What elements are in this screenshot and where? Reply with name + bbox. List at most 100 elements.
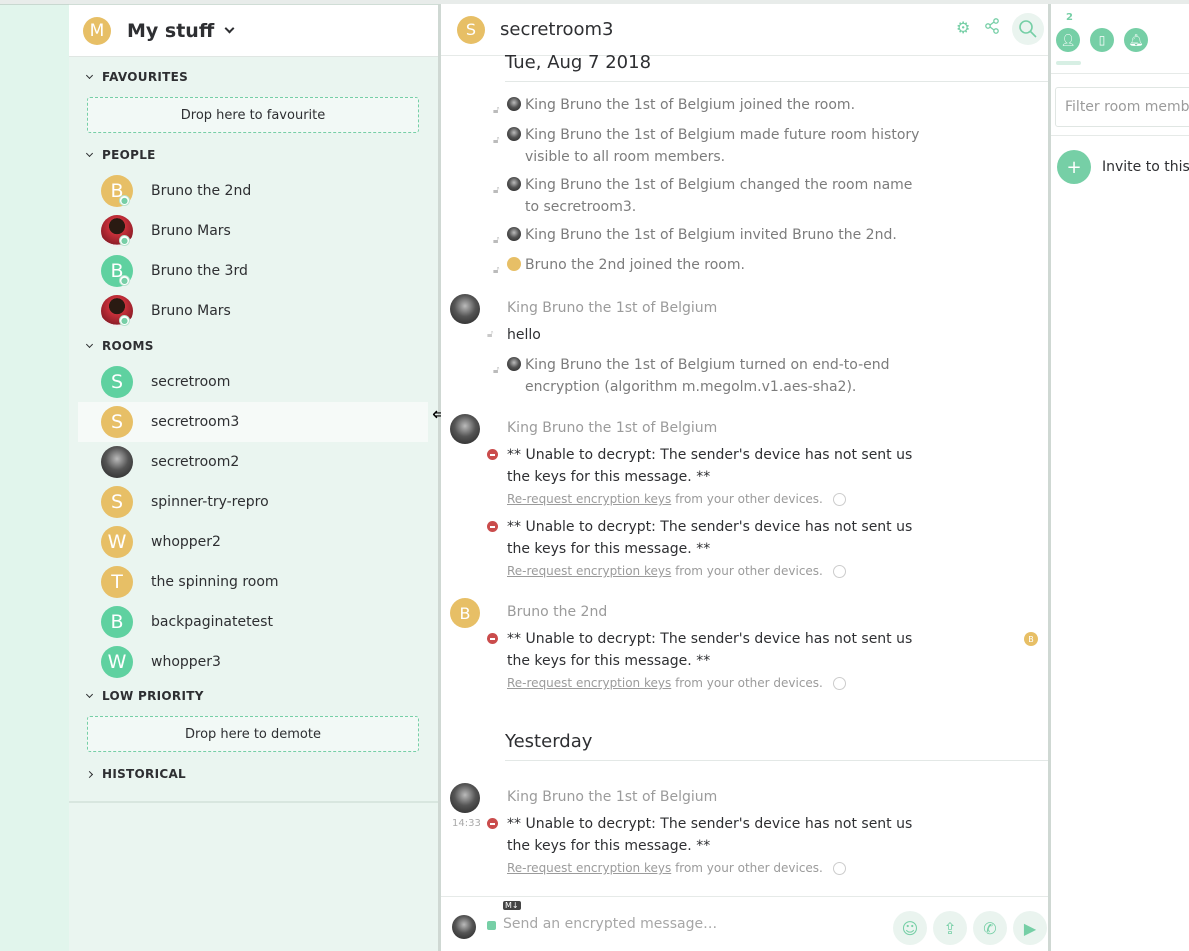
room-tile-people[interactable]: ● Bruno Mars: [78, 291, 428, 331]
sender-avatar[interactable]: [450, 783, 480, 813]
room-tile-selected[interactable]: S secretroom3: [78, 402, 428, 442]
room-avatar[interactable]: S: [457, 15, 485, 44]
avatar: W: [101, 526, 133, 558]
room-list-sidebar: M My stuff FAVOURITES Drop here to favou…: [69, 4, 438, 951]
lock-icon: 🔓︎: [493, 235, 500, 246]
emoji-button[interactable]: ☺: [893, 911, 927, 945]
lock-icon: 🔓︎: [493, 265, 500, 276]
section-favourites[interactable]: FAVOURITES: [69, 61, 438, 93]
member-count-badge: 2: [1066, 12, 1073, 23]
invite-button[interactable]: + Invite to this room: [1057, 150, 1189, 184]
person-icon: 👤︎: [1060, 33, 1076, 47]
presence-icon: ●: [119, 315, 130, 326]
room-tile[interactable]: B backpaginatetest: [78, 602, 428, 642]
video-call-button[interactable]: ▶: [1013, 911, 1047, 945]
room-tile-name: Bruno Mars: [151, 303, 231, 319]
timeline-event: 🔓︎ King Bruno the 1st of Belgium invited…: [493, 227, 897, 246]
filter-members-input[interactable]: [1055, 87, 1189, 127]
timeline-event: 🔓︎ King Bruno the 1st of Belgium joined …: [493, 97, 856, 116]
section-label: PEOPLE: [102, 148, 156, 162]
upload-button[interactable]: ⇪: [933, 911, 967, 945]
sender-avatar[interactable]: [450, 294, 480, 324]
share-icon[interactable]: [984, 18, 1000, 38]
section-people[interactable]: PEOPLE: [69, 139, 438, 171]
chevron-down-icon: [224, 23, 235, 33]
members-tab[interactable]: 👤︎: [1056, 28, 1080, 52]
read-receipt-avatar[interactable]: B: [1024, 632, 1038, 646]
lock-icon: 🔓︎: [493, 105, 500, 116]
sender-avatar[interactable]: B: [450, 598, 480, 628]
room-tile-people[interactable]: ● Bruno Mars: [78, 211, 428, 251]
section-label: FAVOURITES: [102, 70, 189, 84]
room-tile[interactable]: S spinner-try-repro: [78, 482, 428, 522]
message-body: hello: [507, 327, 541, 343]
rerequest-row: Re-request encryption keys from your oth…: [507, 492, 846, 506]
room-tile[interactable]: W whopper3: [78, 642, 428, 682]
date-separator: Tue, Aug 7 2018: [505, 52, 1048, 82]
phone-icon: ✆: [983, 918, 997, 938]
avatar: S: [101, 366, 133, 398]
chevron-down-icon: [85, 690, 94, 699]
files-tab[interactable]: ▯: [1090, 28, 1114, 52]
message-input[interactable]: [503, 916, 883, 932]
rerequest-keys-link[interactable]: Re-request encryption keys: [507, 564, 671, 578]
room-tile-name: secretroom: [151, 374, 231, 390]
room-tile[interactable]: secretroom2: [78, 442, 428, 482]
read-receipt-icon: [832, 862, 846, 875]
rerequest-keys-link[interactable]: Re-request encryption keys: [507, 861, 671, 875]
rerequest-keys-link[interactable]: Re-request encryption keys: [507, 492, 671, 506]
sender-name[interactable]: Bruno the 2nd: [507, 604, 607, 620]
video-icon: ▶: [1023, 918, 1037, 938]
chevron-down-icon: [85, 340, 94, 349]
section-label: LOW PRIORITY: [102, 689, 204, 703]
lock-icon: 🔓︎: [487, 329, 494, 340]
divider: [1051, 135, 1189, 136]
message-body: ** Unable to decrypt: The sender's devic…: [507, 631, 913, 669]
section-rooms[interactable]: ROOMS: [69, 330, 438, 362]
room-tile-people[interactable]: B ● Bruno the 2nd: [78, 171, 428, 211]
room-tile-people[interactable]: B ● Bruno the 3rd: [78, 251, 428, 291]
room-title[interactable]: secretroom3: [500, 19, 614, 40]
error-icon: [487, 633, 498, 644]
search-button[interactable]: [1012, 13, 1044, 45]
avatar: T: [101, 566, 133, 598]
room-tile-name: backpaginatetest: [151, 614, 273, 630]
section-low-priority[interactable]: LOW PRIORITY: [69, 680, 438, 712]
divider: [1051, 73, 1189, 74]
avatar: B: [101, 606, 133, 638]
read-receipt-icon: [832, 493, 846, 506]
error-icon: [487, 521, 498, 532]
add-user-icon: +: [1057, 150, 1091, 184]
chevron-down-icon: [85, 71, 94, 80]
right-panel: 2 👤︎ ▯ 🔔︎ + Invite to this room: [1051, 4, 1189, 951]
user-menu-button[interactable]: M My stuff: [69, 5, 438, 57]
message-body: ** Unable to decrypt: The sender's devic…: [507, 816, 913, 854]
bell-icon: 🔔︎: [1128, 33, 1144, 47]
sender-name[interactable]: King Bruno the 1st of Belgium: [507, 789, 717, 805]
emoji-icon: ☺: [901, 918, 919, 938]
avatar: [101, 446, 133, 478]
room-tile-name: secretroom3: [151, 414, 240, 430]
voice-call-button[interactable]: ✆: [973, 911, 1007, 945]
composer-avatar: [452, 915, 476, 939]
avatar: [507, 357, 521, 371]
sender-name[interactable]: King Bruno the 1st of Belgium: [507, 300, 717, 316]
room-tile-name: Bruno Mars: [151, 223, 231, 239]
lock-icon: 🔓︎: [493, 185, 500, 196]
markdown-toggle[interactable]: M↓: [503, 901, 521, 910]
room-tile[interactable]: S secretroom: [78, 362, 428, 402]
room-tile[interactable]: W whopper2: [78, 522, 428, 562]
user-menu-label: My stuff: [127, 19, 215, 42]
rerequest-keys-link[interactable]: Re-request encryption keys: [507, 676, 671, 690]
favourites-dropzone[interactable]: Drop here to favourite: [87, 97, 419, 133]
section-historical[interactable]: HISTORICAL: [69, 758, 438, 790]
chevron-down-icon: [85, 149, 94, 158]
settings-icon[interactable]: ⚙: [956, 18, 970, 37]
notifications-tab[interactable]: 🔔︎: [1124, 28, 1148, 52]
room-tile[interactable]: T the spinning room: [78, 562, 428, 602]
read-receipt-icon: [832, 565, 846, 578]
sender-avatar[interactable]: [450, 414, 480, 444]
lock-icon: 🔓︎: [493, 365, 500, 376]
sender-name[interactable]: King Bruno the 1st of Belgium: [507, 420, 717, 436]
low-priority-dropzone[interactable]: Drop here to demote: [87, 716, 419, 752]
